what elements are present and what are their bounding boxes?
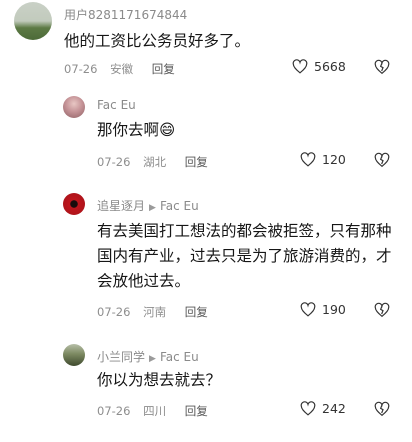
- reply-button[interactable]: 回复: [152, 62, 175, 76]
- dislike-icon[interactable]: [374, 302, 392, 320]
- like-count: 5668: [314, 59, 346, 74]
- comment-location: 河南: [143, 305, 167, 319]
- dislike-icon[interactable]: [374, 401, 392, 419]
- avatar[interactable]: [63, 96, 85, 118]
- comment-date: 07-26: [97, 404, 131, 418]
- comment-location: 四川: [143, 404, 167, 418]
- reply-button[interactable]: 回复: [185, 155, 208, 169]
- username[interactable]: Fac Eu: [97, 98, 136, 112]
- like-count: 120: [322, 152, 346, 167]
- comment-date: 07-26: [97, 155, 131, 169]
- like-button[interactable]: 190: [300, 302, 346, 317]
- reply-arrow-icon: ▶: [149, 203, 156, 213]
- reply-to-user[interactable]: Fac Eu: [160, 199, 199, 213]
- like-button[interactable]: 120: [300, 152, 346, 167]
- heart-icon: [300, 302, 316, 317]
- like-count: 242: [322, 401, 346, 416]
- comment-meta: 07-26 湖北 回复: [97, 154, 217, 170]
- like-count: 190: [322, 302, 346, 317]
- avatar[interactable]: [63, 193, 85, 215]
- heart-icon: [292, 59, 308, 74]
- comment-meta: 07-26 安徽 回复: [64, 61, 184, 77]
- dislike-icon[interactable]: [374, 59, 392, 77]
- comment-meta: 07-26 四川 回复: [97, 403, 217, 419]
- comment-meta: 07-26 河南 回复: [97, 304, 217, 320]
- comment-location: 安徽: [110, 62, 134, 76]
- heart-icon: [300, 152, 316, 167]
- avatar[interactable]: [63, 344, 85, 366]
- comment-date: 07-26: [97, 305, 131, 319]
- comment-date: 07-26: [64, 62, 98, 76]
- username-text: 小兰同学: [97, 350, 146, 364]
- username[interactable]: 小兰同学 ▶ Fac Eu: [97, 348, 199, 365]
- dislike-icon[interactable]: [374, 152, 392, 170]
- comment-text: 你以为想去就去？: [97, 371, 222, 389]
- reply-to-user[interactable]: Fac Eu: [160, 350, 199, 364]
- username-text: 追星逐月: [97, 199, 146, 213]
- comment-text: 他的工资比公务员好多了。: [64, 32, 251, 50]
- username[interactable]: 用户8281171674844: [64, 6, 187, 23]
- like-button[interactable]: 242: [300, 401, 346, 416]
- reply-button[interactable]: 回复: [185, 404, 208, 418]
- reply-arrow-icon: ▶: [149, 354, 156, 364]
- comment-location: 湖北: [143, 155, 167, 169]
- like-button[interactable]: 5668: [292, 59, 346, 74]
- username[interactable]: 追星逐月 ▶ Fac Eu: [97, 197, 199, 214]
- avatar[interactable]: [14, 2, 52, 40]
- comment-text: 有去美国打工想法的都会被拒签，只有那种国内有产业，过去只是为了旅游消费的，才会放…: [97, 222, 392, 290]
- reply-button[interactable]: 回复: [185, 305, 208, 319]
- comment-text: 那你去啊😄: [97, 121, 176, 139]
- heart-icon: [300, 401, 316, 416]
